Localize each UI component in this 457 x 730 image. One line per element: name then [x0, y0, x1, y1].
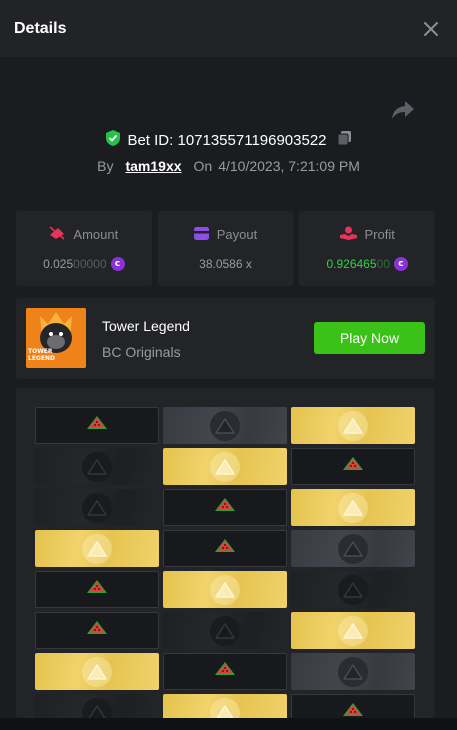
payout-label: Payout: [216, 227, 258, 242]
amount-card: Amount 0.02500000 c: [16, 211, 152, 286]
tower-row: [35, 694, 416, 718]
bet-timestamp: 4/10/2023, 7:21:09 PM: [218, 158, 360, 174]
triangle-icon: [338, 410, 368, 441]
triangle-icon: [82, 656, 112, 687]
on-label: On: [193, 158, 213, 174]
tower-tile-melon: [291, 448, 415, 485]
tower-row: [35, 530, 416, 567]
profit-label: Profit: [364, 227, 395, 242]
tower-tile-dark: [163, 612, 287, 649]
bet-meta: By tam19xx On 4/10/2023, 7:21:09 PM: [0, 156, 457, 176]
tower-tile-melon: [163, 489, 287, 526]
triangle-icon: [82, 533, 112, 564]
tower-tile-gold: [35, 653, 159, 690]
tower-tile-dark: [35, 694, 159, 718]
tower-tile-melon: [163, 653, 287, 690]
tower-grid: [35, 407, 416, 718]
verified-shield-icon: [105, 129, 121, 151]
tower-tile-melon: [163, 530, 287, 567]
tower-tile-gold: [291, 407, 415, 444]
tower-tile-melon: [291, 694, 415, 718]
payout-card: Payout 38.0586 x: [157, 211, 294, 286]
tower-tile-gold: [163, 448, 287, 485]
watermelon-icon: [86, 579, 108, 600]
profit-card: Profit 0.92646500 c: [299, 211, 436, 286]
tower-tile-melon: [35, 612, 159, 649]
tower-row: [35, 448, 416, 485]
amount-value-trailing: 00000: [73, 257, 107, 271]
watermelon-icon: [342, 456, 364, 477]
triangle-icon: [338, 656, 368, 687]
close-icon[interactable]: [419, 17, 443, 41]
game-card: TOWER LEGEND Tower Legend BC Originals P…: [16, 298, 435, 379]
tower-tile-dark: [291, 571, 415, 608]
tower-tile-gold: [291, 612, 415, 649]
tower-tile-grey: [291, 530, 415, 567]
triangle-icon: [82, 697, 112, 718]
payout-value: 38.0586 x: [199, 256, 252, 271]
profit-icon: [339, 226, 357, 243]
amount-label: Amount: [73, 227, 119, 242]
coin-icon: c: [110, 257, 125, 271]
watermelon-icon: [214, 497, 236, 518]
tower-row: [35, 407, 416, 444]
triangle-icon: [82, 492, 112, 523]
tower-tile-grey: [291, 653, 415, 690]
tower-tile-gold: [163, 694, 287, 718]
copy-icon[interactable]: [337, 130, 352, 150]
profit-value: 0.926465: [326, 257, 377, 271]
game-provider: BC Originals: [102, 344, 181, 360]
tower-tile-dark: [35, 489, 159, 526]
tower-tile-dark: [35, 448, 159, 485]
triangle-icon: [338, 574, 368, 605]
tower-tile-gold: [35, 530, 159, 567]
triangle-icon: [210, 697, 240, 718]
profit-value-trailing: 00: [376, 257, 390, 271]
tower-row: [35, 612, 416, 649]
details-header: Details: [0, 0, 457, 57]
share-icon[interactable]: [391, 99, 415, 121]
amount-icon: [49, 226, 65, 243]
watermelon-icon: [342, 702, 364, 718]
tower-tile-melon: [35, 571, 159, 608]
game-name[interactable]: Tower Legend: [102, 318, 190, 334]
triangle-icon: [210, 615, 240, 646]
tower-row: [35, 653, 416, 690]
tower-row: [35, 489, 416, 526]
triangle-icon: [210, 451, 240, 482]
tower-row: [35, 571, 416, 608]
game-thumbnail[interactable]: TOWER LEGEND: [26, 308, 86, 368]
tower-tile-gold: [163, 571, 287, 608]
watermelon-icon: [214, 538, 236, 559]
watermelon-icon: [86, 415, 108, 436]
watermelon-icon: [86, 620, 108, 641]
watermelon-icon: [214, 661, 236, 682]
by-label: By: [97, 158, 114, 174]
triangle-icon: [338, 615, 368, 646]
tower-tile-grey: [163, 407, 287, 444]
tower-board: [16, 388, 435, 718]
bet-stats: Amount 0.02500000 c Payout 38.0586 x Pro…: [16, 211, 436, 286]
bet-id: Bet ID: 107135571196903522: [127, 131, 327, 149]
wallet-icon: [193, 226, 209, 243]
tower-tile-melon: [35, 407, 159, 444]
username-link[interactable]: tam19xx: [125, 158, 181, 174]
triangle-icon: [82, 451, 112, 482]
game-thumbnail-text: TOWER LEGEND: [28, 348, 55, 362]
page-title: Details: [14, 19, 67, 37]
tower-tile-gold: [291, 489, 415, 526]
triangle-icon: [210, 410, 240, 441]
amount-value: 0.025: [43, 257, 74, 271]
coin-icon: c: [393, 257, 408, 271]
play-now-button[interactable]: Play Now: [314, 322, 425, 354]
triangle-icon: [338, 492, 368, 523]
bottom-bar: [0, 718, 457, 730]
bet-id-row: Bet ID: 107135571196903522: [0, 130, 457, 150]
triangle-icon: [210, 574, 240, 605]
triangle-icon: [338, 533, 368, 564]
